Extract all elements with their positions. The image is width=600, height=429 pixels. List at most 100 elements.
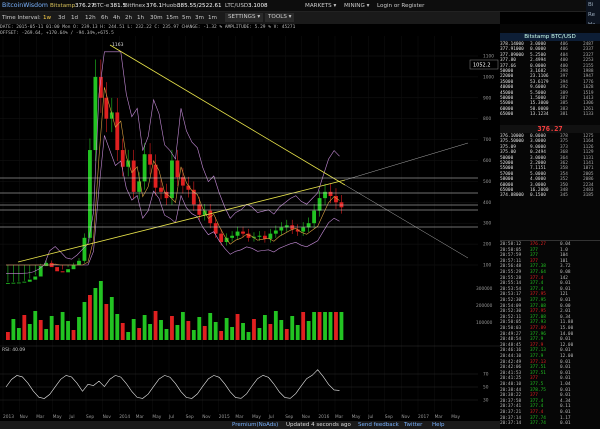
volume-bar: [208, 313, 213, 340]
interval-1h[interactable]: 1h: [137, 15, 144, 21]
volume-bar: [295, 325, 300, 340]
market-bitstamp[interactable]: Bitstamp: [50, 3, 75, 9]
site-logo[interactable]: BitcoinWisdom: [2, 2, 48, 9]
candle-body: [230, 235, 235, 238]
ask-row-cell: 5.5000: [530, 90, 546, 96]
rsi-tick-label: 30: [483, 398, 489, 404]
x-tick-label: Sep: [86, 414, 94, 420]
trade-cell: 142: [560, 275, 568, 281]
trade-cell: 15.00: [560, 326, 574, 331]
candle-body: [317, 198, 322, 211]
ask-row-cell: 0.0000: [530, 63, 546, 69]
help-link[interactable]: Help: [432, 422, 445, 428]
interval-3m[interactable]: 3m: [195, 15, 204, 21]
trade-cell: 0.00: [560, 303, 571, 309]
volume-bar: [312, 312, 317, 340]
trade-cell: 20:42:06: [500, 365, 522, 371]
volume-bar: [142, 315, 147, 340]
interval-5m[interactable]: 5m: [182, 15, 191, 21]
interval-15m[interactable]: 15m: [166, 15, 179, 21]
trade-cell: 20:49:27: [500, 331, 522, 337]
volume-bar: [323, 312, 327, 340]
top-market-bar: BitcoinWisdom Bitstamp 376.27 BTC-e 381.…: [0, 0, 600, 12]
trade-cell: 20:48:54: [500, 337, 522, 343]
trade-cell: 20:41:25: [500, 376, 522, 382]
ask-row: 22000 23.1106 397 1947: [500, 74, 600, 79]
interval-12h[interactable]: 12h: [85, 15, 96, 21]
x-tick-label: Mar: [136, 414, 144, 420]
candle-body: [148, 154, 152, 165]
x-tick-label: 2014: [119, 414, 130, 420]
candle-body: [71, 265, 76, 270]
volume-bar: [104, 304, 109, 340]
bid-row-cell: 375: [560, 139, 568, 145]
trade-cell: 377: [530, 253, 538, 259]
candle-body: [11, 282, 16, 284]
volume-bar: [82, 302, 87, 340]
twitter-link[interactable]: Twitter: [404, 422, 422, 428]
interval-30m[interactable]: 30m: [150, 15, 163, 21]
interval-6h[interactable]: 6h: [101, 15, 108, 21]
mining-menu[interactable]: MINING ▾: [344, 3, 369, 9]
market-huobi[interactable]: Huobi: [162, 3, 178, 9]
ask-row-cell: 65000: [500, 112, 514, 118]
trade-cell: 377.95: [530, 292, 546, 298]
volume-bar: [170, 316, 174, 340]
price-chart[interactable]: 1163 RSI: 40.09 70 50 30 1100 1000 900 800 700 6…: [0, 24, 500, 421]
interval-4h[interactable]: 4h: [113, 15, 120, 21]
markets-menu-label: MARKETS: [305, 3, 332, 9]
update-status: Updated 4 seconds ago: [286, 422, 351, 428]
trade-cell: 20:37:14: [500, 421, 522, 427]
x-tick-label: Jul: [168, 414, 174, 420]
interval-1d[interactable]: 1d: [71, 15, 78, 21]
market-btce[interactable]: BTC-e: [93, 3, 109, 9]
market-bitfinex[interactable]: Bitfinex: [124, 3, 145, 9]
trade-cell: 121: [560, 292, 568, 298]
interval-2h[interactable]: 2h: [125, 15, 132, 21]
trade-cell: 377: [530, 247, 538, 253]
settings-menu-button[interactable]: SETTINGS ▾: [225, 13, 264, 22]
trade-cell: 0.01: [560, 281, 571, 287]
orderbook-panel: Bitstamp BTC/USD 378.14000 3.0000 406 2487 3…: [500, 24, 600, 429]
trade-cell: 377.13: [530, 348, 546, 354]
bid-row-cell: 50000: [500, 155, 514, 161]
interval-3d[interactable]: 3d: [58, 15, 65, 21]
login-register-link[interactable]: Login or Register: [377, 3, 424, 9]
volume-bar: [290, 316, 295, 340]
volume-bar: [131, 319, 136, 340]
volume-bar: [27, 324, 32, 340]
ask-row-cell: 9.6000: [530, 85, 546, 91]
volume-bar: [137, 328, 142, 340]
trade-cell: 2.01: [560, 309, 571, 315]
rsi-tick-label: 50: [483, 385, 489, 391]
markets-menu[interactable]: MARKETS ▾: [305, 3, 336, 9]
trade-cell: 377.4: [530, 404, 544, 410]
trade-cell: 20:46:16: [500, 348, 522, 354]
trade-cell: 377.74: [530, 415, 546, 421]
tools-menu-button[interactable]: TOOLS ▾: [265, 13, 295, 22]
chart-axes: 1100 1000 900 800 700 600 500 400 300 200 100 1052.…: [3, 54, 499, 420]
interval-1m[interactable]: 1m: [208, 15, 217, 21]
candle-body: [273, 230, 278, 234]
market-ltc[interactable]: LTC/USD: [225, 3, 248, 9]
trade-cell: 377.38: [530, 264, 546, 270]
x-tick-label: May: [352, 414, 361, 420]
trade-cell: 0.01: [560, 410, 571, 415]
volume-bar: [339, 312, 344, 340]
trade-cell: 20:38:44: [500, 387, 522, 393]
volume-bar: [175, 325, 180, 340]
volume-bar: [153, 311, 158, 340]
volume-bar: [126, 332, 131, 340]
interval-1w[interactable]: 1w: [43, 15, 51, 21]
bid-row-cell: 364: [560, 155, 568, 161]
premium-link[interactable]: Premium(NoAds): [232, 422, 278, 428]
volume-bar: [33, 311, 38, 340]
feedback-link[interactable]: Send feedback: [358, 422, 399, 428]
volume-tick-label: 200000: [476, 303, 493, 309]
trade-cell: 20:58:05: [500, 247, 522, 253]
volume-bar: [109, 297, 114, 340]
bid-row: 55000 7.1151 358 1871: [500, 166, 600, 171]
volume-bars: [6, 281, 344, 340]
rsi-label: RSI: 40.09: [2, 347, 25, 353]
trade-row: 20:55:28 377.4 142: [500, 276, 600, 281]
